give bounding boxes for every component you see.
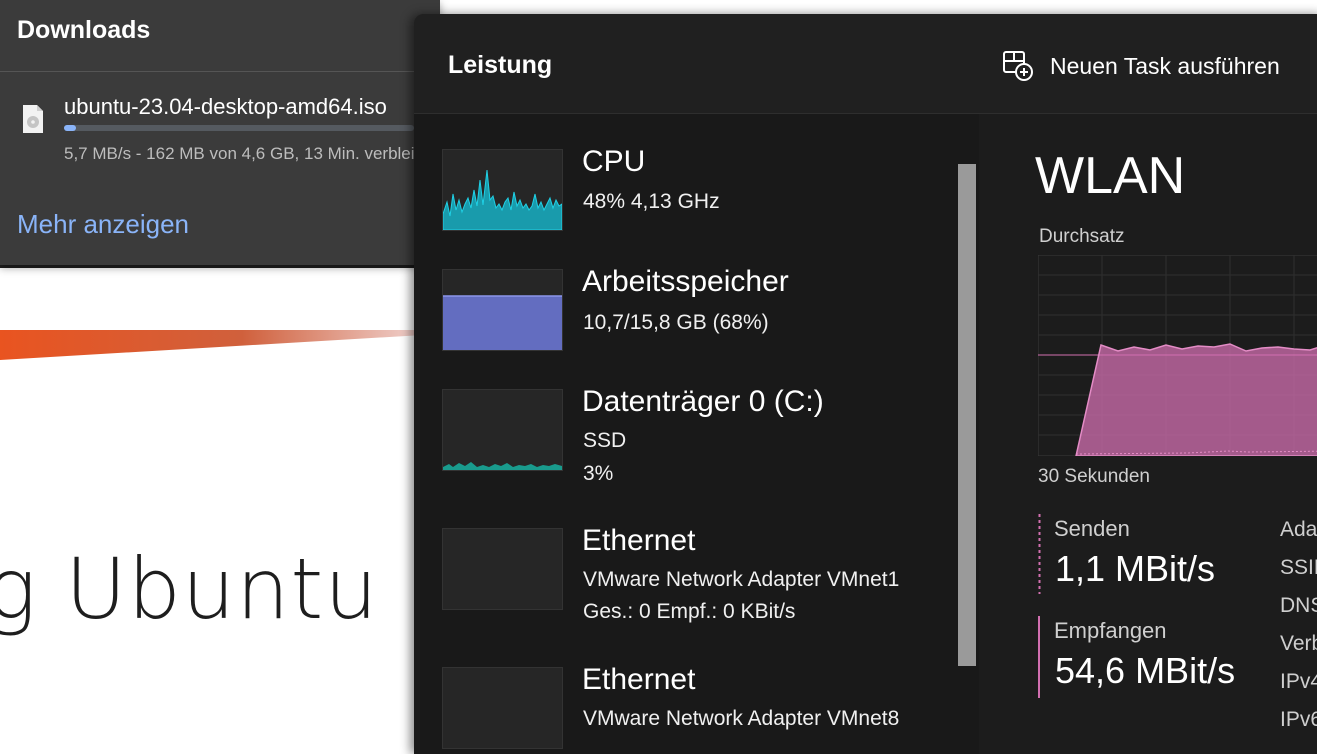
- perf-item-detail: SSD: [583, 429, 627, 452]
- perf-item-throughput: Ges.: 0 Empf.: 0 KBit/s: [583, 600, 796, 623]
- new-task-icon: [1003, 51, 1033, 81]
- cpu-graph-thumbnail: [442, 149, 563, 231]
- ethernet-graph-thumbnail: [442, 528, 563, 610]
- property-label: Verb: [1280, 632, 1317, 655]
- property-label: SSID: [1280, 556, 1317, 579]
- perf-item-ethernet-vmnet1[interactable]: Ethernet VMware Network Adapter VMnet1 G…: [414, 524, 954, 648]
- perf-item-detail: 10,7/15,8 GB (68%): [583, 311, 769, 334]
- new-task-button[interactable]: Neuen Task ausführen: [1002, 46, 1280, 86]
- download-progress-fill: [64, 125, 77, 131]
- property-label: IPv4: [1280, 670, 1317, 693]
- perf-item-disk[interactable]: Datenträger 0 (C:) SSD 3%: [414, 385, 954, 509]
- perf-item-cpu[interactable]: CPU 48% 4,13 GHz: [414, 145, 954, 269]
- perf-item-detail: 48% 4,13 GHz: [583, 190, 720, 213]
- perf-item-detail: VMware Network Adapter VMnet8: [583, 707, 900, 730]
- perf-item-detail: VMware Network Adapter VMnet1: [583, 568, 900, 591]
- downloads-title: Downloads: [17, 16, 151, 44]
- page-headline: g Ubuntu: [0, 540, 379, 638]
- divider: [0, 71, 440, 72]
- page-title: Leistung: [448, 51, 553, 79]
- memory-graph-thumbnail: [442, 269, 563, 351]
- disk-graph-thumbnail: [442, 389, 563, 471]
- download-status: 5,7 MB/s - 162 MB von 4,6 GB, 13 Min. ve…: [64, 144, 440, 163]
- send-indicator: [1038, 514, 1041, 594]
- receive-label: Empfangen: [1054, 618, 1167, 643]
- property-label: IPv6: [1280, 708, 1317, 731]
- throughput-label: Durchsatz: [1039, 226, 1125, 247]
- perf-item-name: Ethernet: [582, 524, 696, 557]
- send-label: Senden: [1054, 516, 1130, 541]
- perf-item-name: Datenträger 0 (C:): [582, 385, 824, 418]
- downloads-flyout: Downloads ubuntu-23.04-desktop-amd64.iso…: [0, 0, 440, 265]
- task-manager-window: Leistung Neuen Task ausführen CPU 48% 4,…: [414, 14, 1317, 754]
- task-manager-header: Leistung Neuen Task ausführen: [414, 14, 1317, 114]
- receive-value: 54,6 MBit/s: [1055, 650, 1236, 691]
- perf-item-ethernet-vmnet8[interactable]: Ethernet VMware Network Adapter VMnet8: [414, 663, 954, 754]
- time-range-label: 30 Sekunden: [1038, 466, 1150, 487]
- detail-title: WLAN: [1035, 147, 1186, 205]
- wlan-detail-panel: WLAN Durchsatz 30 Sekunden Senden 1,1 MB…: [979, 114, 1317, 754]
- show-more-link[interactable]: Mehr anzeigen: [17, 209, 189, 240]
- throughput-graph: [1038, 255, 1317, 456]
- download-progress-bar: [64, 125, 414, 131]
- receive-indicator: [1038, 616, 1040, 698]
- disc-file-icon: [23, 105, 43, 133]
- new-task-label: Neuen Task ausführen: [1050, 52, 1280, 79]
- perf-item-name: Arbeitsspeicher: [582, 265, 789, 298]
- perf-item-usage: 3%: [583, 462, 614, 485]
- perf-item-name: CPU: [582, 145, 646, 178]
- download-filename-link[interactable]: ubuntu-23.04-desktop-amd64.iso: [64, 94, 387, 120]
- property-label: DNS: [1280, 594, 1317, 617]
- ubuntu-banner-stripe: [0, 330, 440, 360]
- list-scrollbar[interactable]: [958, 164, 976, 666]
- send-value: 1,1 MBit/s: [1055, 548, 1216, 589]
- perf-item-memory[interactable]: Arbeitsspeicher 10,7/15,8 GB (68%): [414, 265, 954, 389]
- perf-item-name: Ethernet: [582, 663, 696, 696]
- performance-list: CPU 48% 4,13 GHz Arbeitsspeicher 10,7/15…: [414, 114, 979, 754]
- property-label: Ada: [1280, 518, 1317, 541]
